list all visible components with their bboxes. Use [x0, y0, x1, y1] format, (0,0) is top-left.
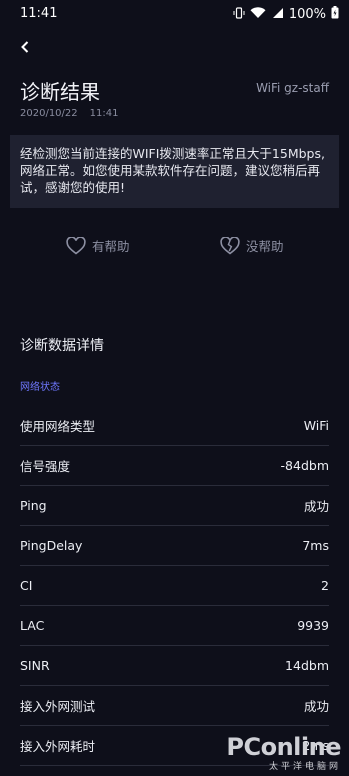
detail-value: 14dbm — [285, 658, 329, 673]
detail-row-network-type: 使用网络类型 WiFi — [20, 406, 329, 446]
detail-row-ping: Ping 成功 — [20, 486, 329, 526]
result-message: 经检测您当前连接的WIFI拨测速率正常且大于15Mbps,网络正常。如您使用某款… — [20, 146, 325, 195]
detail-label: 使用网络类型 — [20, 419, 96, 434]
detail-label: Ping — [20, 498, 47, 513]
diagnosis-date: 2020/10/22 — [20, 108, 78, 119]
detail-label: PingDelay — [20, 538, 83, 553]
detail-value: 7ms — [302, 538, 329, 553]
status-icons: 100% — [233, 6, 339, 23]
detail-row-signal-strength: 信号强度 -84dbm — [20, 446, 329, 486]
detail-row-ci: CI 2 — [20, 566, 329, 606]
broken-heart-icon — [220, 236, 240, 255]
helpful-button[interactable]: 有帮助 — [66, 236, 130, 255]
detail-value: 2 — [321, 578, 329, 593]
detail-row-internet-test: 接入外网测试 成功 — [20, 686, 329, 726]
detail-value: 成功 — [303, 499, 329, 514]
not-helpful-label: 没帮助 — [246, 239, 284, 254]
watermark-logo: PConline 太平洋电脑网 — [226, 733, 341, 772]
detail-value: 成功 — [303, 699, 329, 714]
watermark-main: PConline — [226, 733, 341, 761]
wifi-signal-icon — [250, 6, 266, 23]
detail-value: 9939 — [297, 618, 329, 633]
back-button[interactable] — [14, 36, 36, 58]
detail-label: 接入外网耗时 — [20, 739, 96, 754]
battery-percent: 100% — [288, 7, 326, 22]
detail-value: WiFi — [303, 418, 329, 433]
detail-row-lac: LAC 9939 — [20, 606, 329, 646]
page-title: 诊断结果 — [20, 80, 100, 104]
detail-label: LAC — [20, 618, 45, 633]
details-title: 诊断数据详情 — [20, 338, 104, 354]
back-arrow-icon — [21, 41, 29, 53]
not-helpful-button[interactable]: 没帮助 — [220, 236, 284, 255]
detail-value: -84dbm — [280, 458, 329, 473]
vibrate-icon — [233, 6, 245, 23]
detail-label: CI — [20, 578, 33, 593]
status-time: 11:41 — [20, 6, 58, 21]
wifi-name: WiFi gz-staff — [256, 81, 329, 95]
detail-row-ping-delay: PingDelay 7ms — [20, 526, 329, 566]
battery-icon — [331, 6, 339, 23]
detail-label: 信号强度 — [20, 459, 71, 474]
details-list: 使用网络类型 WiFi 信号强度 -84dbm Ping 成功 PingDela… — [20, 406, 329, 766]
detail-row-sinr: SINR 14dbm — [20, 646, 329, 686]
diagnosis-datetime: 2020/10/22 11:41 — [20, 108, 118, 119]
detail-label: SINR — [20, 658, 50, 673]
status-bar: 11:41 100% — [0, 0, 349, 30]
detail-label: 接入外网测试 — [20, 699, 96, 714]
diagnosis-time: 11:41 — [89, 108, 119, 119]
section-network-status: 网络状态 — [20, 382, 60, 393]
heart-icon — [66, 236, 86, 255]
helpful-label: 有帮助 — [92, 239, 130, 254]
result-message-box: 经检测您当前连接的WIFI拨测速率正常且大于15Mbps,网络正常。如您使用某款… — [10, 135, 339, 208]
cell-signal-icon — [271, 7, 284, 23]
